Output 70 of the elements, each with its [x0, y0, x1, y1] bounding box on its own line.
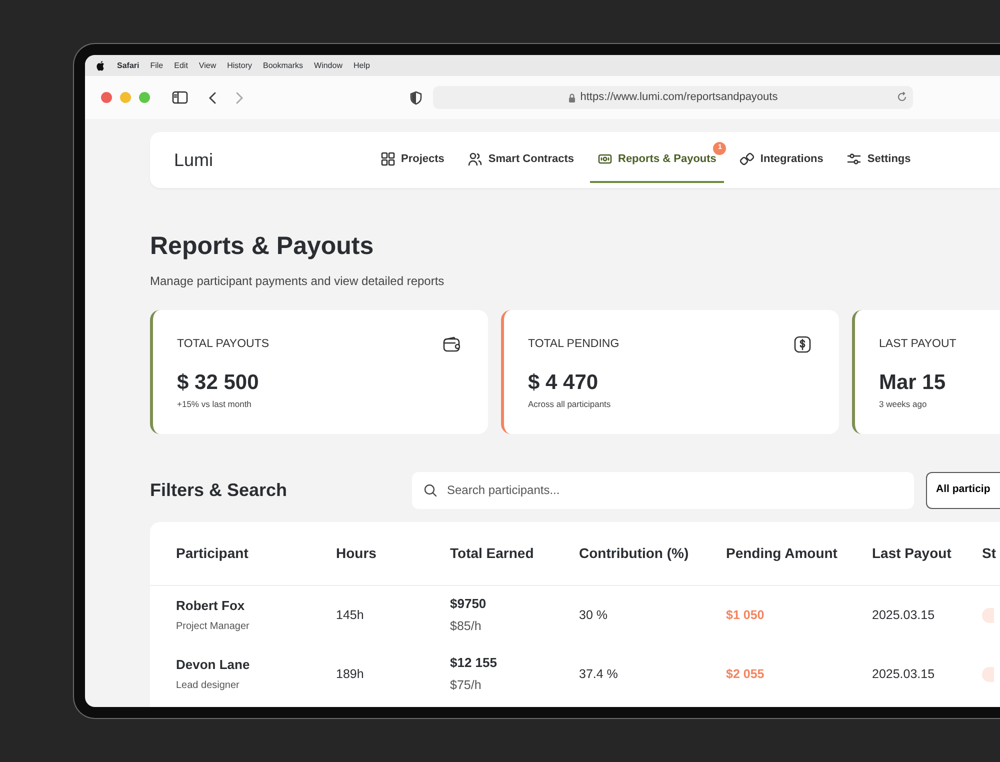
- column-header: Last Payout: [872, 544, 952, 560]
- hours-cell-text: 145h: [336, 606, 365, 624]
- address-bar[interactable]: https://www.lumi.com/reportsandpayouts: [433, 86, 913, 109]
- hourly-rate: $85/h: [450, 618, 482, 636]
- column-header: Hours: [336, 544, 376, 560]
- nav-tab[interactable]: Smart Contracts: [460, 136, 582, 184]
- menu-item[interactable]: File: [150, 60, 164, 72]
- nav-tab[interactable]: Settings: [839, 136, 919, 184]
- lock-icon: [568, 92, 576, 102]
- reload-icon[interactable]: [897, 92, 907, 102]
- pending-amount: $1 050: [726, 606, 766, 624]
- menu-item[interactable]: Edit: [174, 60, 188, 72]
- nav-tab[interactable]: Projects: [373, 136, 452, 184]
- app-menu[interactable]: Safari: [117, 60, 140, 72]
- apple-logo-icon: [96, 60, 106, 71]
- search-icon: [424, 484, 437, 496]
- page-title: Reports & Payouts: [150, 231, 375, 262]
- hours-cell-text: 189h: [336, 666, 365, 683]
- stat-label: LAST PAYOUT: [879, 336, 956, 352]
- pending-amount: $2 055: [726, 666, 766, 683]
- stat-label: TOTAL PAYOUTS: [177, 336, 270, 352]
- sliders-icon: [847, 152, 862, 166]
- nav-tab[interactable]: Integrations: [732, 136, 832, 184]
- participant-filter-dropdown[interactable]: All particip: [926, 472, 1000, 508]
- contribution-cell-text: 37.4 %: [579, 666, 619, 683]
- wallet-icon: [443, 336, 460, 352]
- column-header: Pending Amount: [726, 544, 838, 560]
- menu-item[interactable]: Bookmarks: [263, 60, 304, 72]
- last-payout-date: 2025.03.15: [872, 606, 936, 624]
- stat-value: $ 4 470: [528, 370, 600, 396]
- forward-icon[interactable]: [234, 90, 244, 104]
- zoom-window-button[interactable]: [139, 92, 150, 103]
- stat-note: Across all participants: [528, 398, 612, 411]
- column-header: Participant: [176, 544, 248, 560]
- users-icon: [468, 152, 482, 166]
- grid-icon: [381, 152, 395, 166]
- stat-value: $ 32 500: [177, 370, 260, 396]
- search-field[interactable]: Search participants...: [412, 472, 914, 508]
- dollar-icon: [794, 336, 811, 352]
- page-subtitle: Manage participant payments and view detailed reports: [150, 272, 446, 290]
- link-icon: [740, 152, 754, 166]
- menu-item[interactable]: Window: [314, 60, 342, 72]
- menu-item[interactable]: Help: [353, 60, 370, 72]
- hourly-rate: $75/h: [450, 677, 482, 694]
- contribution-cell-text: 30 %: [579, 606, 608, 624]
- cash-icon: [598, 152, 612, 166]
- stat-note: +15% vs last month: [177, 398, 252, 411]
- participant-name: Devon Lane: [176, 656, 251, 674]
- earned-amount: $9750: [450, 594, 488, 613]
- earned-amount: $12 155: [450, 654, 498, 672]
- logo-text: Lumi: [174, 148, 214, 172]
- close-window-button[interactable]: [101, 92, 112, 103]
- column-header: St: [982, 544, 996, 560]
- sidebar-icon[interactable]: [172, 91, 188, 104]
- participant-role: Lead designer: [176, 679, 240, 694]
- stat-label: TOTAL PENDING: [528, 336, 620, 352]
- section-title: Filters & Search: [150, 478, 288, 502]
- back-icon[interactable]: [208, 90, 218, 104]
- participant-name: Robert Fox: [176, 596, 246, 615]
- stat-note: 3 weeks ago: [879, 398, 928, 411]
- url-text: https://www.lumi.com/reportsandpayouts: [580, 90, 778, 106]
- minimize-window-button[interactable]: [120, 92, 131, 103]
- menu-item[interactable]: History: [227, 60, 252, 72]
- menu-item[interactable]: View: [198, 60, 216, 72]
- column-header: Contribution (%): [579, 544, 689, 560]
- column-header: Total Earned: [450, 544, 534, 560]
- participant-role: Project Manager: [176, 620, 250, 634]
- shield-icon: [410, 90, 422, 104]
- stat-value: Mar 15: [879, 370, 947, 396]
- last-payout-date: 2025.03.15: [872, 666, 936, 683]
